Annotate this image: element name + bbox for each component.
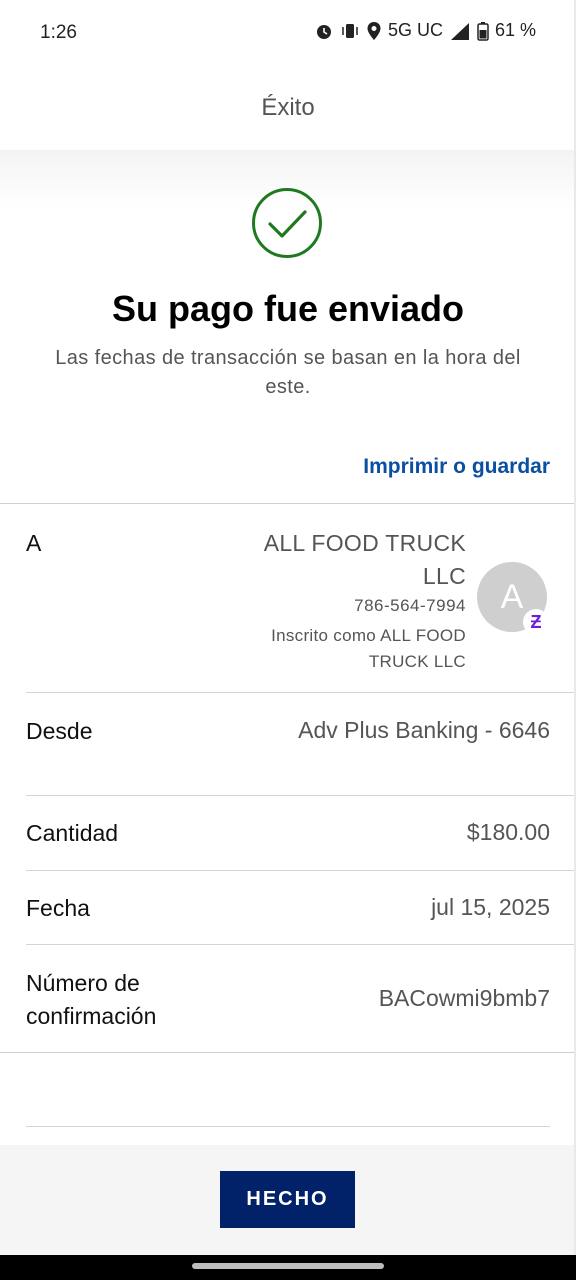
vibrate-icon	[342, 23, 358, 38]
done-button[interactable]: HECHO	[220, 1171, 355, 1228]
home-gesture-handle[interactable]	[192, 1263, 384, 1269]
success-title: Su pago fue enviado	[111, 288, 465, 329]
divider	[26, 692, 576, 693]
divider	[0, 1052, 576, 1053]
page-title: Éxito	[261, 94, 315, 121]
date-value: jul 15, 2025	[431, 894, 550, 920]
status-time: 1:26	[40, 22, 77, 43]
confirmation-header: Su pago fue enviado Las fechas de transa…	[0, 150, 576, 504]
network-type: 5G UC	[387, 20, 443, 40]
avatar-initial: A	[500, 577, 524, 616]
from-label: Desde	[26, 718, 93, 744]
divider	[26, 1126, 550, 1127]
checkmark-circle-icon	[252, 188, 322, 258]
confirmation-number-value: BACowmi9bmb7	[378, 985, 550, 1011]
recipient-registered-name: Inscrito como ALL FOOD TRUCK LLC	[271, 626, 466, 671]
amount-label: Cantidad	[26, 820, 119, 846]
battery-level: 61 %	[494, 20, 536, 40]
date-label: Fecha	[26, 895, 90, 921]
footer: HECHO	[0, 1145, 576, 1255]
navigation-bar	[0, 1255, 576, 1280]
confirmation-number-label: Número de confirmación	[26, 970, 157, 1029]
location-icon	[367, 21, 381, 40]
recipient-name: ALL FOOD TRUCK LLC	[263, 530, 466, 589]
print-or-save-link[interactable]: Imprimir o guardar	[363, 455, 550, 479]
recipient-phone: 786-564-7994	[354, 596, 466, 615]
status-icons: 5G UC 61 %	[314, 20, 536, 41]
battery-icon	[477, 21, 489, 41]
status-bar: 1:26 5G UC 61 %	[0, 0, 576, 66]
divider	[26, 944, 576, 945]
app-bar: Éxito	[0, 66, 576, 150]
alarm-icon	[316, 24, 331, 39]
signal-icon	[450, 22, 469, 40]
divider	[26, 795, 576, 796]
from-account: Adv Plus Banking - 6646	[298, 717, 550, 743]
divider	[0, 503, 576, 504]
zelle-icon: Ƶ	[523, 609, 549, 635]
amount-value: $180.00	[466, 819, 550, 845]
divider	[26, 870, 576, 871]
to-label: A	[26, 530, 42, 556]
timezone-note: Las fechas de transacción se basan en la…	[55, 347, 521, 398]
